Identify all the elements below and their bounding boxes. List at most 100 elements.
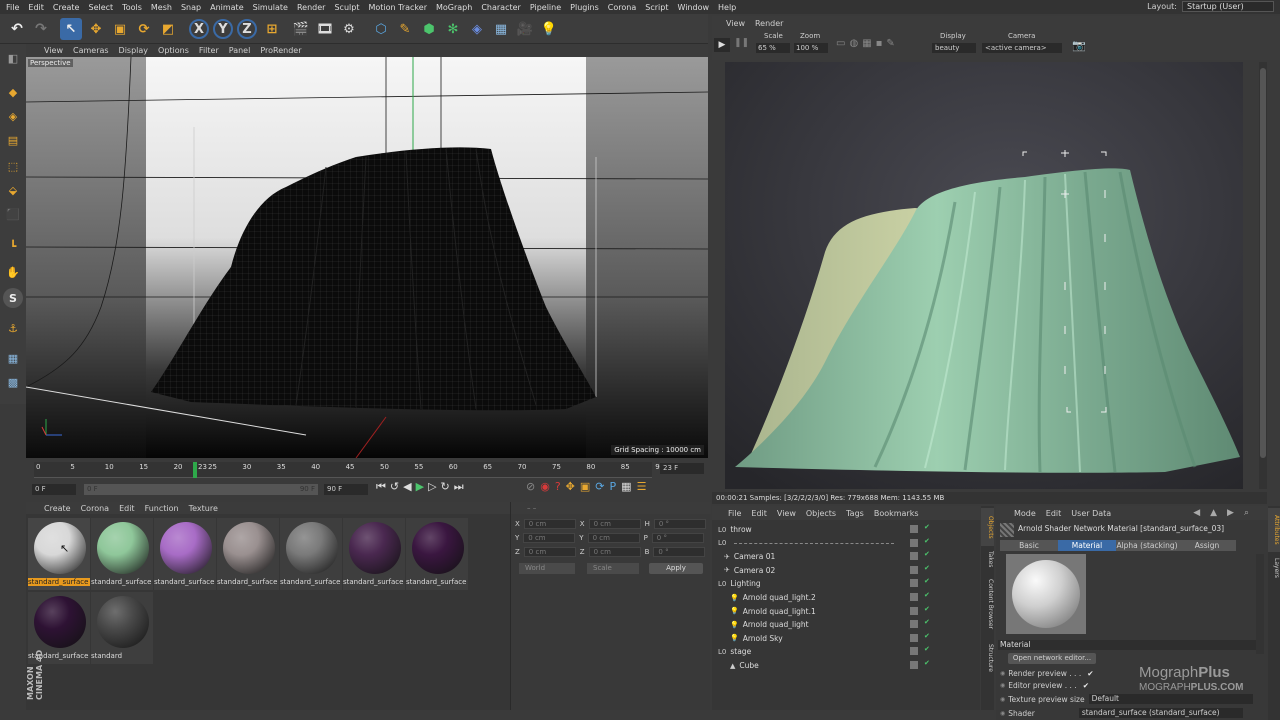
vp-menu-panel[interactable]: Panel <box>229 46 251 55</box>
vp-menu-filter[interactable]: Filter <box>199 46 219 55</box>
tab-attributes[interactable]: Attributes <box>1268 508 1280 552</box>
up-arrow-icon[interactable]: ▲ <box>1210 508 1217 518</box>
parameter-key-icon[interactable]: P <box>610 480 617 493</box>
mat-menu-create[interactable]: Create <box>44 504 71 513</box>
brush-icon[interactable]: ✎ <box>886 38 894 49</box>
vp-menu-cameras[interactable]: Cameras <box>73 46 109 55</box>
snapshot-icon[interactable]: 📷 <box>1072 39 1086 52</box>
menu-snap[interactable]: Snap <box>181 3 201 12</box>
object-row[interactable]: 💡 Arnold quad_light.2 ✔ <box>714 591 978 604</box>
tab-alpha-stacking[interactable]: Alpha (stacking) <box>1116 540 1178 551</box>
obj-menu-edit[interactable]: Edit <box>751 509 767 518</box>
visibility-toggle[interactable] <box>910 620 918 629</box>
attr-menu-mode[interactable]: Mode <box>1014 509 1036 518</box>
editor-preview-radio-icon[interactable]: ◉ <box>1000 682 1005 689</box>
tweak-mode-icon[interactable]: ✋ <box>3 262 23 282</box>
scale-key-icon[interactable]: ▣ <box>580 480 590 493</box>
position-key-icon[interactable]: ✥ <box>566 480 575 493</box>
menu-file[interactable]: File <box>6 3 19 12</box>
menu-animate[interactable]: Animate <box>210 3 244 12</box>
snap-icon[interactable]: S <box>3 288 23 308</box>
enable-check-icon[interactable]: ✔ <box>924 537 930 545</box>
attr-scrollbar[interactable] <box>1256 554 1264 654</box>
playhead[interactable] <box>193 462 197 478</box>
menu-script[interactable]: Script <box>645 3 668 12</box>
obj-menu-view[interactable]: View <box>777 509 796 518</box>
pen-icon[interactable]: ✎ <box>394 18 416 40</box>
menu-sculpt[interactable]: Sculpt <box>334 3 359 12</box>
attr-menu-edit[interactable]: Edit <box>1046 509 1062 518</box>
current-frame-field[interactable]: 23 F <box>660 463 704 474</box>
menu-create[interactable]: Create <box>53 3 80 12</box>
end-frame-field[interactable]: 90 F <box>324 484 368 495</box>
material-swatch[interactable]: standard_surface <box>154 518 216 590</box>
scale-icon[interactable]: ▣ <box>109 18 131 40</box>
material-swatch[interactable]: standard_surface <box>406 518 468 590</box>
next-key-icon[interactable]: ↻ <box>441 480 450 494</box>
editor-preview-check-icon[interactable]: ✔ <box>1083 681 1089 690</box>
globe-icon[interactable]: ◍ <box>849 38 858 49</box>
mat-menu-function[interactable]: Function <box>145 504 179 513</box>
material-swatch[interactable]: standard_surface <box>343 518 405 590</box>
rv-menu-view[interactable]: View <box>726 19 745 28</box>
edges-mode-icon[interactable]: ⬙ <box>3 180 23 200</box>
workplane-icon[interactable]: ▤ <box>3 130 23 150</box>
camera-dropdown[interactable]: <active camera> <box>982 43 1062 53</box>
texture-preview-dropdown[interactable]: Default <box>1088 694 1253 704</box>
undo-icon[interactable]: ↶ <box>6 18 28 40</box>
texture-mode-icon[interactable]: ◈ <box>3 106 23 126</box>
enable-check-icon[interactable]: ✔ <box>924 645 930 653</box>
enable-check-icon[interactable]: ✔ <box>924 659 930 667</box>
menu-select[interactable]: Select <box>88 3 113 12</box>
perspective-viewport[interactable]: Perspective Grid Spacing : 10000 cm <box>26 57 708 458</box>
coord-field[interactable]: 0 cm <box>588 518 641 529</box>
points-mode-icon[interactable]: ⬚ <box>3 156 23 176</box>
render-preview-check-icon[interactable]: ✔ <box>1087 669 1093 678</box>
menu-help[interactable]: Help <box>718 3 736 12</box>
object-row[interactable]: 💡 Arnold quad_light ✔ <box>714 618 978 631</box>
coord-field[interactable]: 0 cm <box>523 518 576 529</box>
coordinate-system-icon[interactable]: ⊞ <box>261 18 283 40</box>
render-image[interactable] <box>725 62 1243 489</box>
material-swatch[interactable]: standard_surface <box>91 518 153 590</box>
y-axis-toggle[interactable]: Y <box>213 19 233 39</box>
tab-basic[interactable]: Basic <box>1000 540 1058 551</box>
go-to-start-icon[interactable]: ⏮ <box>376 480 386 494</box>
menu-window[interactable]: Window <box>677 3 709 12</box>
visibility-toggle[interactable] <box>910 538 918 547</box>
world-dropdown[interactable]: World <box>519 563 575 574</box>
zoom-field[interactable]: 100 % <box>794 43 828 53</box>
visibility-toggle[interactable] <box>910 633 918 642</box>
camera-icon[interactable]: 🎥 <box>514 18 536 40</box>
search-icon[interactable]: ⌕ <box>1244 508 1249 518</box>
recent-tool-icon[interactable]: ◩ <box>157 18 179 40</box>
visibility-toggle[interactable] <box>910 579 918 588</box>
menu-plugins[interactable]: Plugins <box>570 3 599 12</box>
visibility-toggle[interactable] <box>910 661 918 669</box>
visibility-toggle[interactable] <box>910 552 918 561</box>
timeline-ruler[interactable]: 051015202530354045505560657075808590 23 <box>34 462 664 478</box>
vp-menu-options[interactable]: Options <box>158 46 189 55</box>
enable-check-icon[interactable]: ✔ <box>924 605 930 613</box>
attr-menu-user-data[interactable]: User Data <box>1071 509 1111 518</box>
material-swatch[interactable]: standard_surface <box>280 518 342 590</box>
menu-mesh[interactable]: Mesh <box>151 3 172 12</box>
vp-menu-view[interactable]: View <box>44 46 63 55</box>
planar-workplane-icon[interactable]: ▩ <box>3 372 23 392</box>
vp-menu-display[interactable]: Display <box>119 46 149 55</box>
render-scrollbar[interactable] <box>1259 62 1267 489</box>
render-preview-radio-icon[interactable]: ◉ <box>1000 670 1005 677</box>
tab-content-browser[interactable]: Content Browser <box>981 572 994 636</box>
coord-field[interactable]: 0 cm <box>523 532 576 543</box>
menu-render[interactable]: Render <box>297 3 325 12</box>
object-row[interactable]: 💡 Arnold Sky ✔ <box>714 632 978 645</box>
coord-field[interactable]: 0 cm <box>588 546 641 557</box>
z-axis-toggle[interactable]: Z <box>237 19 257 39</box>
visibility-toggle[interactable] <box>910 647 918 656</box>
enable-check-icon[interactable]: ✔ <box>924 577 930 585</box>
tab-assign[interactable]: Assign <box>1178 540 1236 551</box>
mat-menu-texture[interactable]: Texture <box>189 504 218 513</box>
record-active-icon[interactable]: ⊘ <box>526 480 535 493</box>
menu-simulate[interactable]: Simulate <box>253 3 288 12</box>
object-row[interactable]: L0 ✔ <box>714 537 978 550</box>
